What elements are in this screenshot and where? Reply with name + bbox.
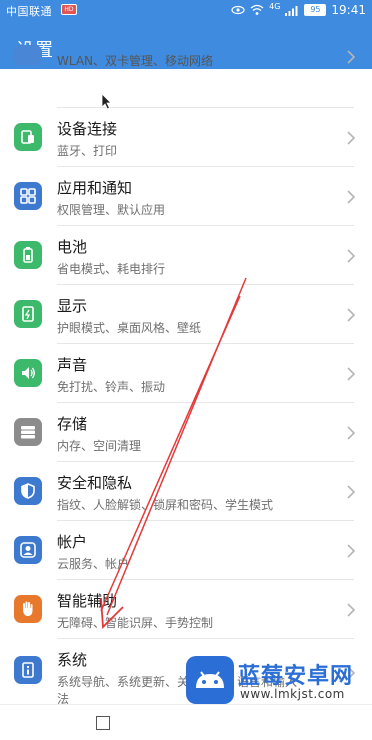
settings-item-subtitle: WLAN、双卡管理、移动网络 (57, 54, 214, 68)
settings-item-sound[interactable]: 声音 免打扰、铃声、振动 (0, 344, 372, 403)
settings-item-subtitle: 云服务、帐户 (57, 557, 130, 571)
settings-item-title: 声音 (57, 356, 88, 374)
settings-item-smart-assist[interactable]: 智能辅助 无障碍、智能识屏、手势控制 (0, 580, 372, 639)
device-connect-icon (14, 123, 42, 151)
network-type: 4G (269, 1, 281, 11)
hand-icon (14, 595, 42, 623)
settings-item-network[interactable]: WLAN、双卡管理、移动网络 (0, 45, 372, 108)
settings-item-subtitle: 免打扰、铃声、振动 (57, 380, 166, 394)
settings-item-title: 应用和通知 (57, 179, 133, 197)
settings-item-subtitle: 护眼模式、桌面风格、壁纸 (57, 321, 202, 335)
chevron-right-icon (347, 544, 356, 558)
network-icon (14, 45, 42, 65)
settings-item-subtitle: 蓝牙、打印 (57, 144, 118, 158)
mouse-cursor-icon (101, 93, 112, 110)
settings-item-title: 电池 (57, 238, 88, 256)
hd-badge: HD (61, 4, 77, 15)
settings-item-storage[interactable]: 存储 内存、空间清理 (0, 403, 372, 462)
signal-icon (285, 5, 298, 16)
watermark-url: www.lmkjst.com (240, 687, 345, 701)
chevron-right-icon (347, 367, 356, 381)
settings-item-title: 智能辅助 (57, 592, 118, 610)
status-bar: 中国联通 HD 4G 95 19:41 (0, 0, 372, 20)
settings-item-title: 存储 (57, 415, 88, 433)
eye-icon (231, 5, 245, 15)
settings-item-title: 显示 (57, 297, 88, 315)
android-logo-icon (186, 656, 234, 704)
battery-icon (14, 241, 42, 269)
chevron-right-icon (347, 131, 356, 145)
settings-item-account[interactable]: 帐户 云服务、帐户 (0, 521, 372, 580)
chevron-right-icon (347, 426, 356, 440)
settings-item-title: 帐户 (57, 533, 88, 551)
chevron-right-icon (347, 308, 356, 322)
settings-item-subtitle: 省电模式、耗电排行 (57, 262, 166, 276)
account-icon (14, 536, 42, 564)
storage-icon (14, 418, 42, 446)
clock: 19:41 (331, 3, 366, 17)
chevron-right-icon (347, 249, 356, 263)
watermark-name: 蓝莓安卓网 (238, 664, 354, 689)
system-info-icon (14, 656, 42, 684)
settings-item-subtitle: 权限管理、默认应用 (57, 203, 166, 217)
apps-icon (14, 182, 42, 210)
settings-item-device-connection[interactable]: 设备连接 蓝牙、打印 (0, 108, 372, 167)
sound-icon (14, 359, 42, 387)
chevron-right-icon (347, 50, 356, 64)
shield-icon (14, 477, 42, 505)
watermark: 蓝莓安卓网 www.lmkjst.com (186, 656, 372, 706)
settings-item-subtitle: 内存、空间清理 (57, 439, 142, 453)
settings-item-security[interactable]: 安全和隐私 指纹、人脸解锁、锁屏和密码、学生模式 (0, 462, 372, 521)
settings-item-title: 系统 (57, 651, 88, 669)
settings-item-apps[interactable]: 应用和通知 权限管理、默认应用 (0, 167, 372, 226)
carrier-name: 中国联通 (6, 5, 52, 18)
settings-item-subtitle: 指纹、人脸解锁、锁屏和密码、学生模式 (57, 498, 274, 512)
wifi-icon (250, 4, 264, 15)
settings-item-subtitle: 无障碍、智能识屏、手势控制 (57, 616, 214, 630)
chevron-right-icon (347, 485, 356, 499)
chevron-right-icon (347, 603, 356, 617)
battery-level: 95 (304, 4, 327, 16)
settings-item-display[interactable]: 显示 护眼模式、桌面风格、壁纸 (0, 285, 372, 344)
chevron-right-icon (347, 190, 356, 204)
display-icon (14, 300, 42, 328)
status-icons: 4G 95 19:41 (231, 1, 366, 17)
settings-item-title: 设备连接 (57, 120, 118, 138)
settings-item-battery[interactable]: 电池 省电模式、耗电排行 (0, 226, 372, 285)
settings-item-title: 安全和隐私 (57, 474, 133, 492)
recent-apps-button[interactable] (96, 716, 110, 730)
navigation-bar (0, 704, 372, 740)
